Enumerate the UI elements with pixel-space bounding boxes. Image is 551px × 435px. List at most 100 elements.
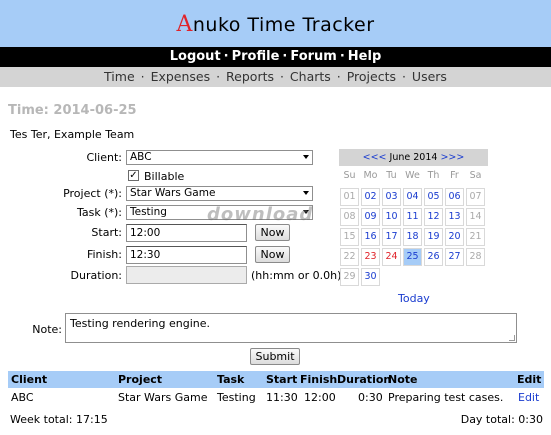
logo-initial: A [176, 12, 193, 37]
nav-help[interactable]: Help [348, 49, 381, 64]
table-header: Client Project Task Start Finish Duratio… [8, 371, 544, 388]
cell-finish: 12:00 [304, 391, 336, 404]
calendar-day-cell[interactable]: 25 [403, 248, 422, 266]
project-select-value: Star Wars Game [130, 187, 216, 199]
nav-forum[interactable]: Forum [290, 49, 337, 64]
calendar-day-cell[interactable]: 26 [424, 248, 443, 266]
billable-label: Billable [144, 170, 185, 183]
app-logo: Anuko Time Tracker [0, 12, 551, 37]
resize-handle-icon[interactable] [509, 335, 515, 341]
user-team-label: Tes Ter, Example Team [10, 128, 135, 141]
calendar-day-cell[interactable]: 20 [445, 228, 464, 246]
calendar-dow-label: Sa [469, 170, 482, 181]
calendar-day-cell[interactable]: 15 [340, 228, 359, 246]
nav-separator: · [223, 49, 229, 64]
calendar-day-cell[interactable]: 01 [340, 188, 359, 206]
subnav-expenses[interactable]: Expenses [151, 69, 211, 84]
client-select[interactable]: ABC [126, 150, 313, 165]
client-select-value: ABC [130, 151, 152, 163]
subnav-reports[interactable]: Reports [226, 69, 274, 84]
calendar-day-cell[interactable]: 19 [424, 228, 443, 246]
nav-logout[interactable]: Logout [170, 49, 221, 64]
calendar-day-cell[interactable]: 11 [403, 208, 422, 226]
calendar-day-cell[interactable]: 23 [361, 248, 380, 266]
calendar-day-cell[interactable]: 10 [382, 208, 401, 226]
finish-label: Finish: [86, 248, 122, 261]
edit-link[interactable]: Edit [518, 391, 539, 405]
column-header-finish: Finish [300, 373, 338, 386]
calendar-dow-label: Su [343, 170, 356, 181]
subnav-projects[interactable]: Projects [347, 69, 396, 84]
calendar-day-cell[interactable]: 05 [424, 188, 443, 206]
column-header-start: Start [266, 373, 298, 386]
calendar-dow-label: Th [427, 170, 440, 181]
calendar-day-cell[interactable]: 04 [403, 188, 422, 206]
calendar-day-cell[interactable]: 07 [466, 188, 485, 206]
note-label: Note: [32, 323, 62, 336]
calendar-day-cell[interactable]: 14 [466, 208, 485, 226]
subnav-separator: · [398, 69, 410, 84]
calendar-day-cell[interactable]: 18 [403, 228, 422, 246]
calendar-day-cell[interactable]: 02 [361, 188, 380, 206]
week-total: Week total: 17:15 [10, 413, 108, 426]
calendar-day-cell[interactable]: 12 [424, 208, 443, 226]
subnav-separator: · [136, 69, 149, 84]
subnav-charts[interactable]: Charts [290, 69, 331, 84]
calendar-header: <<< June 2014 >>> [339, 149, 488, 166]
calendar-day-cell[interactable]: 09 [361, 208, 380, 226]
calendar-day-cell[interactable]: 28 [466, 248, 485, 266]
start-label: Start: [91, 226, 122, 239]
calendar-day-cell[interactable]: 13 [445, 208, 464, 226]
calendar-day-cell[interactable]: 30 [361, 268, 380, 286]
calendar: <<< June 2014 >>> Su Mo Tu We Th Fr Sa 01 02 03 04… [339, 149, 488, 306]
billable-checkbox[interactable]: ✓ [128, 170, 139, 181]
project-label: Project (*): [63, 187, 122, 200]
duration-label: Duration: [70, 269, 122, 282]
calendar-day-cell[interactable]: 17 [382, 228, 401, 246]
nav-separator: · [339, 49, 345, 64]
calendar-day-cell[interactable]: 27 [445, 248, 464, 266]
calendar-grid: Su Mo Tu We Th Fr Sa 01 02 03 04 05 06 07 08 09 10 11 12 13… [339, 166, 488, 306]
sub-nav: Time · Expenses · Reports · Charts · Pro… [0, 67, 551, 87]
start-now-button[interactable]: Now [255, 224, 290, 241]
nav-separator: · [282, 49, 288, 64]
calendar-day-cell[interactable]: 29 [340, 268, 359, 286]
column-header-edit: Edit [517, 373, 542, 386]
start-time-input[interactable]: 12:00 [126, 224, 247, 242]
subnav-separator: · [276, 69, 288, 84]
calendar-today-link[interactable]: Today [398, 292, 430, 305]
calendar-day-cell[interactable]: 08 [340, 208, 359, 226]
finish-now-button[interactable]: Now [255, 246, 290, 263]
calendar-day-cell[interactable]: 16 [361, 228, 380, 246]
subnav-users[interactable]: Users [412, 69, 447, 84]
column-header-note: Note [388, 373, 418, 386]
day-total: Day total: 0:30 [460, 413, 543, 426]
calendar-day-cell[interactable]: 21 [466, 228, 485, 246]
calendar-day-cell[interactable]: 24 [382, 248, 401, 266]
duration-input[interactable] [126, 266, 247, 284]
duration-hint: (hh:mm or 0.0h) [251, 269, 342, 282]
calendar-dow-label: Mo [363, 170, 378, 181]
project-select[interactable]: Star Wars Game [126, 186, 313, 201]
chevron-down-icon [303, 191, 309, 195]
submit-button[interactable]: Submit [250, 348, 300, 365]
calendar-prev-link[interactable]: <<< [363, 152, 387, 163]
client-label: Client: [86, 151, 122, 164]
note-textarea[interactable]: Testing rendering engine. [65, 313, 517, 343]
cell-project: Star Wars Game [118, 391, 208, 404]
column-header-task: Task [217, 373, 245, 386]
page-title: Time: 2014-06-25 [8, 103, 137, 118]
calendar-day-cell[interactable]: 22 [340, 248, 359, 266]
subnav-time[interactable]: Time [104, 69, 135, 84]
column-header-project: Project [118, 373, 163, 386]
finish-time-input[interactable]: 12:30 [126, 246, 247, 264]
column-header-duration: Duration [337, 373, 392, 386]
calendar-dow-label: Fr [450, 170, 459, 181]
calendar-next-link[interactable]: >>> [440, 152, 464, 163]
calendar-day-cell[interactable]: 03 [382, 188, 401, 206]
note-text: Testing rendering engine. [70, 317, 210, 330]
cell-task: Testing [217, 391, 256, 404]
calendar-day-cell[interactable]: 06 [445, 188, 464, 206]
nav-profile[interactable]: Profile [232, 49, 280, 64]
column-header-client: Client [11, 373, 48, 386]
